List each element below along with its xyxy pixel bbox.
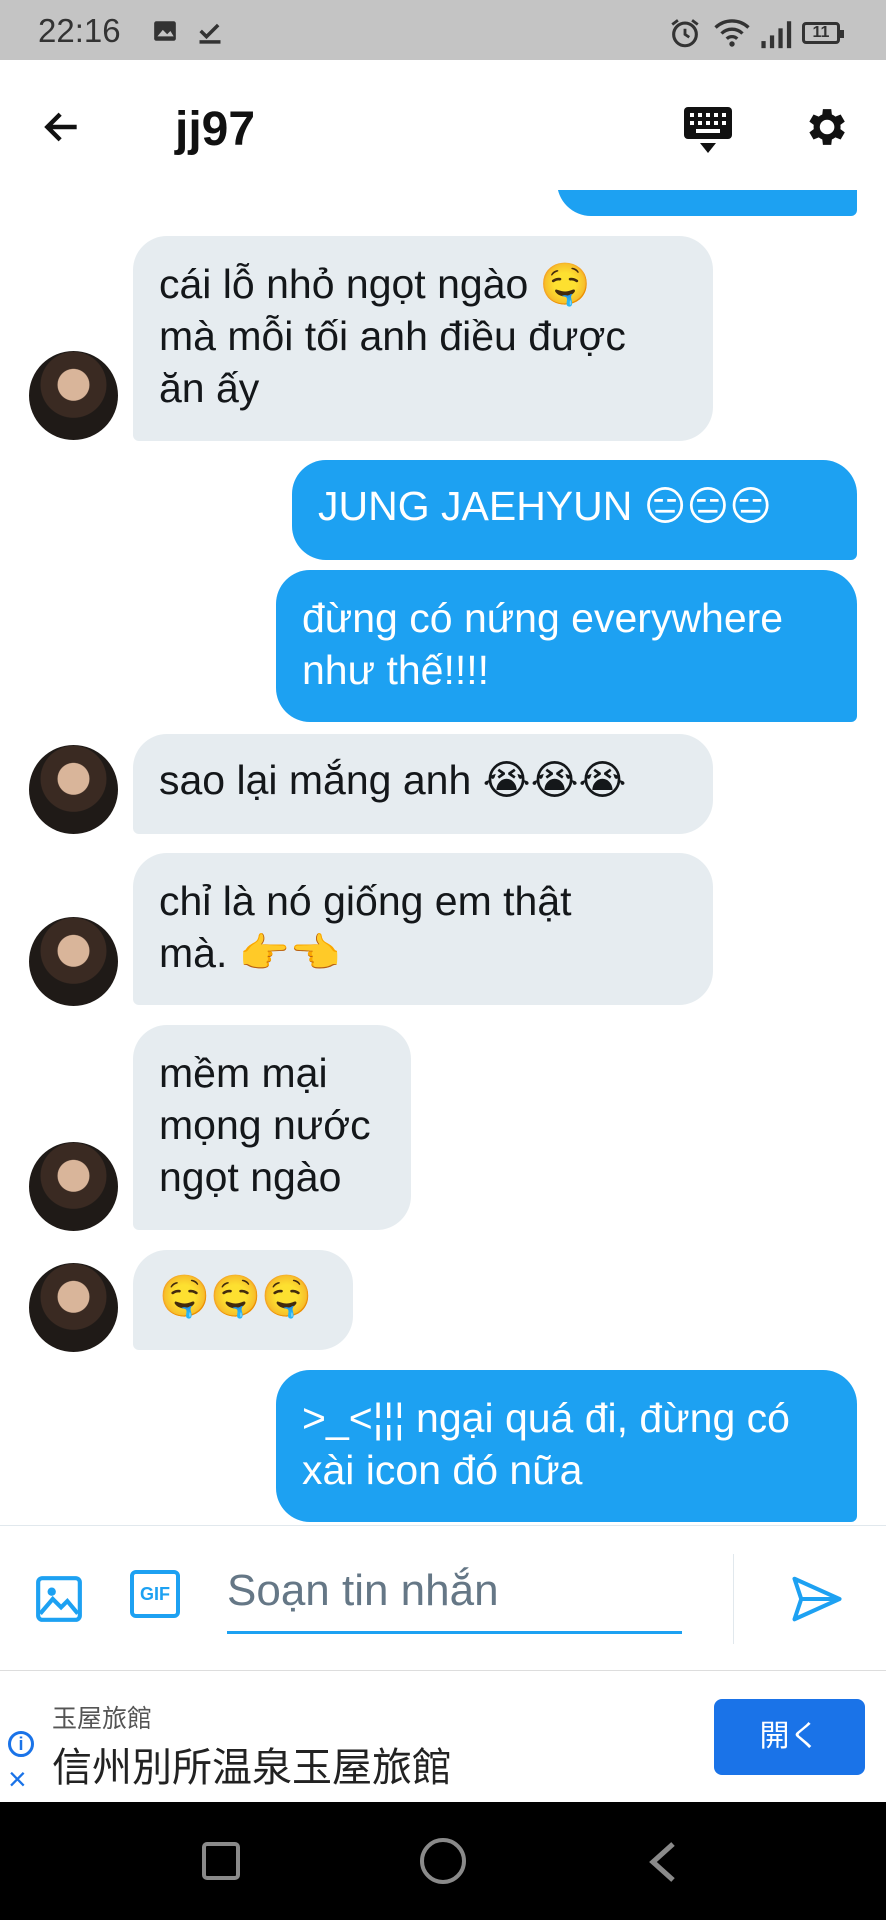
avatar[interactable] bbox=[29, 745, 118, 834]
status-bar: 22:16 11 bbox=[0, 0, 886, 60]
composer-bar: GIF Soạn tin nhắn bbox=[0, 1525, 886, 1671]
message-bubble[interactable]: mềm mại mọng nước ngọt ngào bbox=[133, 1025, 411, 1230]
image-icon[interactable] bbox=[34, 1574, 84, 1624]
ad-advertiser: 玉屋旅館 bbox=[52, 1705, 153, 1733]
composer-divider bbox=[733, 1554, 734, 1644]
message-bubble[interactable]: JUNG JAEHYUN 😑😑😑 bbox=[292, 460, 857, 560]
back-arrow-icon[interactable] bbox=[40, 105, 84, 149]
system-nav-bar bbox=[0, 1802, 886, 1920]
message-bubble[interactable]: chỉ là nó giống em thật mà. 👉👈 bbox=[133, 853, 713, 1005]
signal-icon bbox=[761, 21, 792, 49]
ad-headline[interactable]: 信州別所温泉玉屋旅館 bbox=[52, 1735, 452, 1793]
ad-open-button[interactable]: 開く bbox=[714, 1699, 865, 1775]
message-bubble-partial[interactable] bbox=[557, 190, 857, 216]
wifi-icon bbox=[714, 19, 750, 47]
message-input[interactable]: Soạn tin nhắn bbox=[227, 1556, 682, 1634]
avatar[interactable] bbox=[29, 1263, 118, 1352]
ad-banner[interactable]: 玉屋旅館 信州別所温泉玉屋旅館 i × 開く bbox=[0, 1670, 886, 1803]
send-icon[interactable] bbox=[790, 1574, 844, 1624]
avatar[interactable] bbox=[29, 917, 118, 1006]
avatar[interactable] bbox=[29, 1142, 118, 1231]
home-icon[interactable] bbox=[420, 1838, 466, 1884]
status-time: 22:16 bbox=[38, 12, 121, 49]
message-bubble[interactable]: >_<¦¦¦ ngại quá đi, đừng có xài icon đó … bbox=[276, 1370, 857, 1522]
keyboard-icon[interactable] bbox=[682, 105, 734, 155]
conversation-header: jj97 bbox=[0, 60, 886, 190]
avatar[interactable] bbox=[29, 351, 118, 440]
battery-indicator: 11 bbox=[802, 22, 844, 44]
message-bubble[interactable]: sao lại mắng anh 😭😭😭 bbox=[133, 734, 713, 834]
download-done-icon bbox=[199, 23, 221, 44]
gallery-notification-icon bbox=[154, 21, 176, 41]
message-list[interactable]: cái lỗ nhỏ ngọt ngào 🤤 mà mỗi tối anh đi… bbox=[0, 190, 886, 1525]
conversation-title: jj97 bbox=[175, 103, 256, 156]
message-bubble[interactable]: đừng có nứng everywhere như thế!!!! bbox=[276, 570, 857, 722]
close-icon[interactable]: × bbox=[8, 1763, 27, 1795]
message-bubble[interactable]: 🤤🤤🤤 bbox=[133, 1250, 353, 1350]
nav-back-icon[interactable] bbox=[645, 1840, 681, 1884]
alarm-icon bbox=[671, 19, 699, 48]
message-bubble[interactable]: cái lỗ nhỏ ngọt ngào 🤤 mà mỗi tối anh đi… bbox=[133, 236, 713, 441]
gif-icon[interactable]: GIF bbox=[130, 1570, 180, 1618]
info-icon[interactable]: i bbox=[8, 1731, 34, 1757]
gear-icon[interactable] bbox=[800, 102, 850, 152]
recent-apps-icon[interactable] bbox=[202, 1842, 240, 1880]
